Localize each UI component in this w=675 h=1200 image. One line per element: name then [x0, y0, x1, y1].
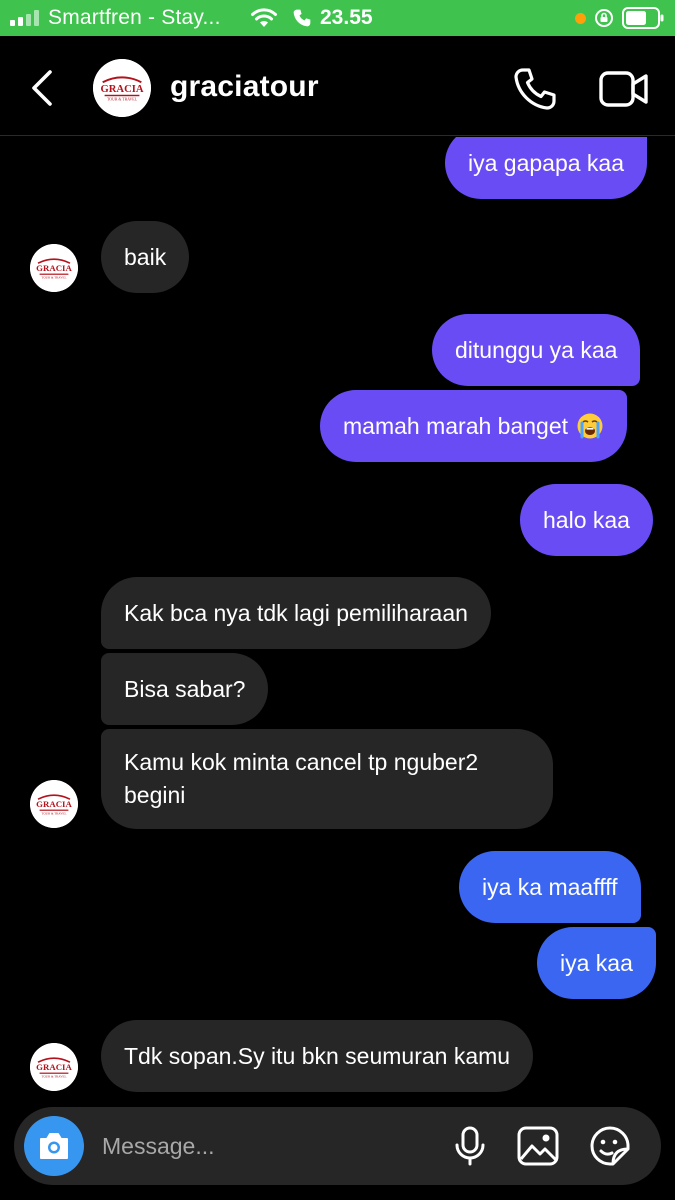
message-text: mamah marah banget — [343, 413, 569, 439]
message-bubble-outgoing[interactable]: ditunggu ya kaa — [432, 314, 641, 386]
svg-text:GRACIA: GRACIA — [36, 263, 72, 273]
back-button[interactable] — [24, 66, 60, 110]
sender-avatar[interactable]: GRACIA TOUR & TRAVEL — [30, 780, 78, 828]
svg-text:TOUR & TRAVEL: TOUR & TRAVEL — [42, 811, 67, 815]
message-text: Bisa sabar? — [124, 676, 246, 702]
message-bubble-outgoing[interactable]: halo kaa — [520, 484, 653, 556]
message-text: Tdk sopan.Sy itu bkn seumuran kamu — [124, 1043, 511, 1069]
call-active-icon — [293, 9, 311, 27]
wifi-icon — [251, 8, 277, 27]
microphone-button[interactable] — [454, 1126, 486, 1166]
svg-text:GRACIA: GRACIA — [36, 799, 72, 809]
video-call-button[interactable] — [598, 68, 650, 110]
sticker-button[interactable] — [589, 1125, 631, 1167]
message-bubble-incoming[interactable]: Tdk sopan.Sy itu bkn seumuran kamu — [101, 1020, 534, 1092]
profile-avatar[interactable]: GRACIA TOUR & TRAVEL — [93, 59, 151, 117]
chat-header: GRACIA TOUR & TRAVEL graciatour — [0, 36, 675, 136]
gracia-logo-icon: GRACIA TOUR & TRAVEL — [30, 780, 78, 828]
message-text: baik — [124, 244, 167, 270]
message-text: iya gapapa kaa — [468, 150, 625, 176]
carrier-name: Smartfren - Stay... — [48, 6, 221, 29]
gracia-logo-icon: GRACIA TOUR & TRAVEL — [93, 59, 151, 117]
sender-avatar[interactable]: GRACIA TOUR & TRAVEL — [30, 1043, 78, 1091]
message-text: Kamu kok minta cancel tp nguber2 begini — [124, 749, 479, 808]
gracia-logo-icon: GRACIA TOUR & TRAVEL — [30, 244, 78, 292]
message-bubble-incoming[interactable]: Bisa sabar? — [101, 653, 269, 725]
message-composer — [14, 1107, 661, 1185]
message-text: Kak bca nya tdk lagi pemiliharaan — [124, 600, 468, 626]
svg-text:TOUR & TRAVEL: TOUR & TRAVEL — [42, 275, 67, 279]
status-bar: Smartfren - Stay... 23.55 — [0, 0, 675, 36]
svg-text:GRACIA: GRACIA — [36, 1062, 72, 1072]
camera-button[interactable] — [24, 1116, 84, 1176]
message-bubble-incoming[interactable]: Kamu kok minta cancel tp nguber2 begini — [101, 729, 553, 829]
message-bubble-outgoing[interactable]: mamah marah banget — [320, 390, 628, 462]
rotation-lock-icon — [595, 9, 613, 27]
message-text: iya ka maaffff — [482, 874, 618, 900]
message-bubble-incoming[interactable]: baik — [101, 221, 190, 293]
voice-call-button[interactable] — [512, 66, 558, 112]
loudly-crying-face-icon — [577, 413, 603, 439]
message-bubble-outgoing[interactable]: iya ka maaffff — [459, 851, 641, 923]
message-text: halo kaa — [543, 507, 630, 533]
message-bubble-outgoing[interactable]: iya kaa — [537, 927, 656, 999]
gracia-logo-icon: GRACIA TOUR & TRAVEL — [30, 1043, 78, 1091]
svg-text:GRACIA: GRACIA — [100, 84, 143, 95]
battery-icon — [622, 7, 664, 29]
message-text: ditunggu ya kaa — [455, 337, 618, 363]
chat-username[interactable]: graciatour — [170, 70, 319, 104]
message-bubble-incoming[interactable]: Kak bca nya tdk lagi pemiliharaan — [101, 577, 491, 649]
message-bubble-outgoing[interactable]: iya gapapa kaa — [445, 137, 648, 199]
message-thread[interactable]: iya gapapa kaa GRACIA TOUR & TRAVEL baik… — [0, 137, 675, 1102]
clock: 23.55 — [320, 6, 373, 29]
message-text: iya kaa — [560, 950, 633, 976]
signal-icon — [10, 10, 42, 26]
message-input[interactable] — [102, 1125, 432, 1167]
mic-in-use-indicator-icon — [575, 13, 586, 24]
sender-avatar[interactable]: GRACIA TOUR & TRAVEL — [30, 244, 78, 292]
svg-text:TOUR & TRAVEL: TOUR & TRAVEL — [42, 1074, 67, 1078]
svg-text:TOUR & TRAVEL: TOUR & TRAVEL — [107, 98, 138, 102]
gallery-button[interactable] — [517, 1126, 559, 1166]
camera-icon — [40, 1133, 68, 1159]
